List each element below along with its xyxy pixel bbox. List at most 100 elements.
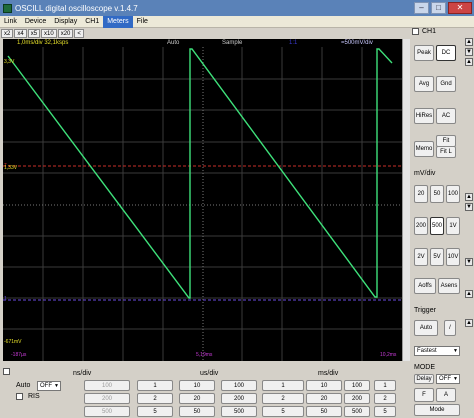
maximize-icon[interactable]: □ xyxy=(431,2,446,14)
trigger-auto-button[interactable]: Auto xyxy=(414,320,438,336)
us-20-button[interactable]: 20 xyxy=(179,393,215,404)
mode-title: MODE xyxy=(414,364,435,371)
zoom-x20-button[interactable]: x20 xyxy=(57,29,74,38)
f-button[interactable]: F xyxy=(414,388,434,402)
menu-link[interactable]: Link xyxy=(0,16,21,28)
time-left-label: -187µs xyxy=(11,352,27,358)
timebase-panel: Auto OFF ▼ RIS ns/div 100 200 500 us/div … xyxy=(0,364,410,418)
asens-button[interactable]: Asens xyxy=(438,278,460,294)
menu-meters[interactable]: Meters xyxy=(103,15,133,28)
fit-l-button[interactable]: Fit L xyxy=(436,146,456,158)
zoom-x10-button[interactable]: x10 xyxy=(41,29,57,38)
mv-div-title: mV/div xyxy=(414,170,436,177)
ms-500-button[interactable]: 500 xyxy=(344,406,370,417)
app-icon xyxy=(3,3,12,13)
zoom-x2-button[interactable]: x2 xyxy=(1,29,14,38)
arrow-up-icon[interactable]: ▲ xyxy=(465,193,473,201)
ns-100-button[interactable]: 100 xyxy=(84,380,130,391)
us-2-button[interactable]: 2 xyxy=(137,393,173,404)
trigger-speed-select[interactable]: Fastest ▼ xyxy=(414,346,460,356)
menu-device[interactable]: Device xyxy=(21,16,50,28)
us-1-button[interactable]: 1 xyxy=(137,380,173,391)
s-1-button[interactable]: 1 xyxy=(374,380,396,391)
ns-500-button[interactable]: 500 xyxy=(84,406,130,417)
auto-checkbox[interactable] xyxy=(3,368,10,375)
dc-button[interactable]: DC xyxy=(436,45,456,61)
us-5-button[interactable]: 5 xyxy=(137,406,173,417)
mv-1v-button[interactable]: 1V xyxy=(446,217,460,235)
arrow-down-icon[interactable]: ▼ xyxy=(465,203,473,211)
scope-grid xyxy=(3,47,402,361)
chevron-down-icon: ▼ xyxy=(453,348,458,354)
us-200-button[interactable]: 200 xyxy=(221,393,257,404)
ms-10-button[interactable]: 10 xyxy=(306,380,342,391)
ac-button[interactable]: AC xyxy=(436,108,456,124)
ms-1-button[interactable]: 1 xyxy=(262,380,304,391)
time-right-label: 10,2ms xyxy=(380,352,397,358)
hires-button[interactable]: HiRes xyxy=(414,108,434,124)
ms-50-button[interactable]: 50 xyxy=(306,406,342,417)
menu-ch1[interactable]: CH1 xyxy=(81,16,103,28)
level-mid-label: 1,33V xyxy=(4,165,18,171)
memo-button[interactable]: Memo xyxy=(414,141,434,157)
trigger-slope-button[interactable]: / xyxy=(444,320,456,336)
us-div-title: us/div xyxy=(200,370,219,377)
arrow-up-icon[interactable]: ▲ xyxy=(465,58,473,66)
arrow-down-icon[interactable]: ▼ xyxy=(465,48,473,56)
scope-status-bar: 1,0ms/div 32,1ksps Auto Sample 1:1 =500m… xyxy=(3,39,402,47)
mode-button[interactable]: Mode xyxy=(414,404,460,416)
mv-2v-button[interactable]: 2V xyxy=(414,248,428,266)
chevron-down-icon: ▼ xyxy=(54,383,59,389)
zoom-x4-button[interactable]: x4 xyxy=(14,29,27,38)
s-5-button[interactable]: 5 xyxy=(374,406,396,417)
ms-20-button[interactable]: 20 xyxy=(306,393,342,404)
ms-2-button[interactable]: 2 xyxy=(262,393,304,404)
ch1-checkbox[interactable] xyxy=(412,28,419,35)
gnd-button[interactable]: Gnd xyxy=(436,76,456,92)
us-100-button[interactable]: 100 xyxy=(221,380,257,391)
screen-scrollbar[interactable] xyxy=(402,39,410,361)
mv-10v-button[interactable]: 10V xyxy=(446,248,460,266)
time-mid-label: 5,19ms xyxy=(196,352,213,358)
close-icon[interactable]: ✕ xyxy=(448,2,472,14)
zoom-toolbar: x2 x4 x5 x10 x20 < xyxy=(0,28,130,39)
auto-select[interactable]: OFF ▼ xyxy=(37,381,61,391)
delay-select[interactable]: OFF ▼ xyxy=(436,374,460,384)
mv-5v-button[interactable]: 5V xyxy=(430,248,444,266)
ns-200-button[interactable]: 200 xyxy=(84,393,130,404)
avg-button[interactable]: Avg xyxy=(414,76,434,92)
menu-file[interactable]: File xyxy=(133,16,152,28)
title-bar: OSCILL digital oscilloscope v.1.4.7 – □ … xyxy=(0,0,474,16)
mv-200-button[interactable]: 200 xyxy=(414,217,428,235)
arrow-up-icon[interactable]: ▲ xyxy=(465,290,473,298)
ms-200-button[interactable]: 200 xyxy=(344,393,370,404)
zoom-x5-button[interactable]: x5 xyxy=(27,29,41,38)
arrow-up-icon[interactable]: ▲ xyxy=(465,38,473,46)
peak-button[interactable]: Peak xyxy=(414,45,434,61)
zoom-back-button[interactable]: < xyxy=(74,29,84,38)
mv-50-button[interactable]: 50 xyxy=(430,185,444,203)
mv-500-button[interactable]: 500 xyxy=(430,217,444,235)
mv-20-button[interactable]: 20 xyxy=(414,185,428,203)
minimize-icon[interactable]: – xyxy=(414,2,429,14)
scope-screen[interactable]: 1,0ms/div 32,1ksps Auto Sample 1:1 =500m… xyxy=(3,39,402,361)
acquisition-mode-readout: Sample xyxy=(222,40,243,46)
us-10-button[interactable]: 10 xyxy=(179,380,215,391)
delay-button[interactable]: Delay xyxy=(414,374,434,384)
volts-div-readout: =500mV/div xyxy=(341,40,373,46)
menu-display[interactable]: Display xyxy=(50,16,81,28)
us-50-button[interactable]: 50 xyxy=(179,406,215,417)
aoffs-button[interactable]: Aoffs xyxy=(414,278,436,294)
us-500-button[interactable]: 500 xyxy=(221,406,257,417)
ms-100-button[interactable]: 100 xyxy=(344,380,370,391)
s-2-button[interactable]: 2 xyxy=(374,393,396,404)
a-button[interactable]: A xyxy=(436,388,456,402)
ris-checkbox[interactable] xyxy=(16,393,23,400)
arrow-up-icon[interactable]: ▲ xyxy=(465,319,473,327)
ms-div-title: ms/div xyxy=(318,370,339,377)
level-bottom-label: -671mV xyxy=(4,339,22,345)
ms-5-button[interactable]: 5 xyxy=(262,406,304,417)
ch1-marker: 1 xyxy=(4,296,7,302)
mv-100-button[interactable]: 100 xyxy=(446,185,460,203)
arrow-down-icon[interactable]: ▼ xyxy=(465,258,473,266)
